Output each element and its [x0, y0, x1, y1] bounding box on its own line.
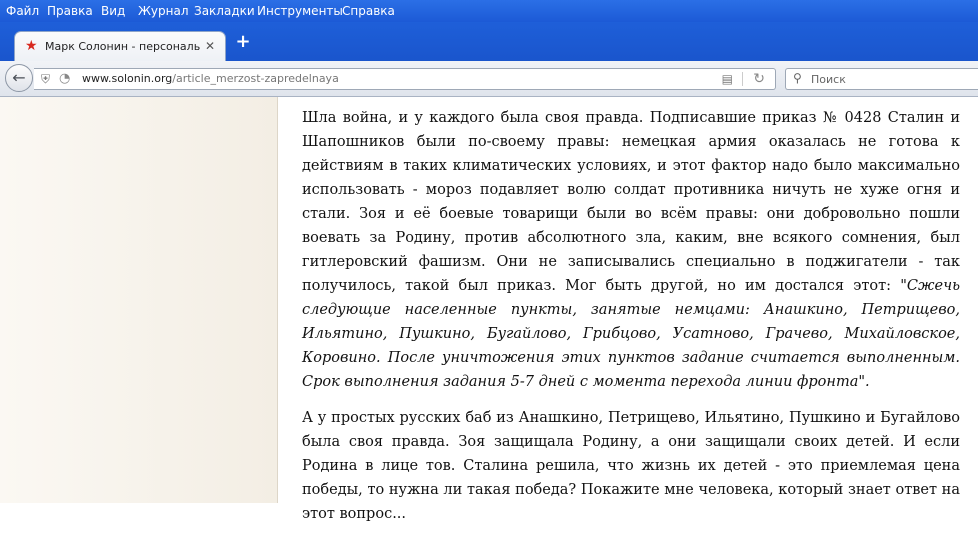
article-paragraph-1: Шла война, и у каждого была своя правда.…	[302, 106, 960, 394]
paragraph-text: Шла война, и у каждого была своя правда.…	[302, 110, 960, 294]
url-text[interactable]: www.solonin.org/article_merzost-zapredel…	[82, 72, 339, 85]
menu-file[interactable]: Файл	[6, 4, 39, 18]
search-icon: ⚲	[793, 71, 802, 85]
menu-bookmarks[interactable]: Закладки	[194, 4, 255, 18]
order-quote: "Сжечь следующие населенные пункты, заня…	[302, 278, 960, 390]
shield-icon: ⛨	[41, 72, 51, 86]
menu-edit[interactable]: Правка	[47, 4, 93, 18]
search-placeholder: Поиск	[811, 73, 846, 86]
reload-icon[interactable]: ↻	[753, 71, 765, 87]
left-background-panel	[0, 97, 278, 503]
article-body: Шла война, и у каждого была своя правда.…	[302, 106, 960, 538]
address-bar[interactable]: ⛨ ◔ www.solonin.org/article_merzost-zapr…	[34, 68, 776, 90]
close-icon[interactable]: ✕	[205, 39, 215, 53]
new-tab-button[interactable]: +	[234, 33, 252, 51]
back-button[interactable]: ←	[5, 64, 33, 92]
url-path: /article_merzost-zapredelnaya	[172, 72, 339, 85]
nav-bar: ← ⛨ ◔ www.solonin.org/article_merzost-za…	[0, 61, 978, 97]
menu-bar: Файл Правка Вид Журнал Закладки Инструме…	[0, 0, 978, 22]
divider	[742, 72, 743, 86]
tab-active[interactable]: ★ Марк Солонин - персональн... ✕	[14, 31, 226, 61]
search-box[interactable]: ⚲ Поиск	[785, 68, 978, 90]
reader-view-icon[interactable]: ▤	[722, 72, 733, 86]
tab-title: Марк Солонин - персональн...	[45, 40, 201, 53]
url-domain: www.solonin.org	[82, 72, 173, 85]
menu-view[interactable]: Вид	[101, 4, 125, 18]
back-arrow-icon: ←	[12, 68, 26, 87]
red-star-icon: ★	[25, 38, 38, 54]
article-paragraph-2: А у простых русских баб из Анашкино, Пет…	[302, 410, 960, 522]
menu-tools[interactable]: Инструменты	[257, 4, 343, 18]
globe-icon: ◔	[59, 71, 71, 86]
menu-history[interactable]: Журнал	[138, 4, 189, 18]
page-content: Шла война, и у каждого была своя правда.…	[0, 97, 978, 522]
menu-help[interactable]: Справка	[342, 4, 395, 18]
